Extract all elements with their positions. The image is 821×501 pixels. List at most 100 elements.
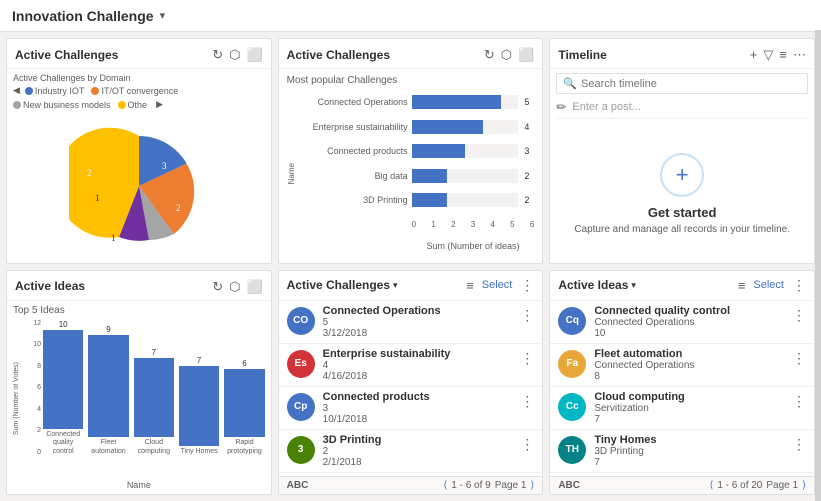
pie-refresh-icon[interactable]: ↻ [212, 48, 223, 61]
ideas-item-val-0: 10 [594, 328, 784, 339]
ideas-list-chevron[interactable]: ▾ [631, 280, 636, 291]
ideas-list-menu-icon[interactable]: ⋮ [792, 277, 806, 294]
bar-subtitle: Most popular Challenges [287, 75, 535, 86]
ideas-item-dots-1[interactable]: ⋮ [792, 350, 806, 367]
challenges-item-dots-3[interactable]: ⋮ [520, 436, 534, 453]
challenges-list-actions: ≡ Select ⋮ [466, 277, 534, 294]
legend-label-1: IT/OT convergence [101, 86, 178, 96]
ideas-item-title-3[interactable]: Tiny Homes [594, 434, 784, 446]
legend-item-1: IT/OT convergence [91, 86, 178, 96]
ideas-item-dots-2[interactable]: ⋮ [792, 393, 806, 410]
bar-card-actions: ↻ ⬡ ⬜ [484, 48, 534, 61]
timeline-search-box[interactable]: 🔍 [556, 73, 808, 94]
challenges-avatar-0: CO [287, 307, 315, 335]
timeline-search-input[interactable] [581, 78, 801, 90]
ideas-list-body: Cq Connected quality control Connected O… [550, 301, 814, 477]
bar-refresh-icon[interactable]: ↻ [484, 48, 495, 61]
hbar-val-1: 4 [524, 122, 534, 132]
hbar-fill-2 [412, 144, 465, 158]
legend-arrow-right[interactable]: ▶ [156, 99, 163, 110]
challenges-list-body: CO Connected Operations 5 3/12/2018 ⋮ Es… [279, 301, 543, 477]
pie-chart: 3 2 1 1 2 [13, 113, 265, 259]
card-header-bar: Active Challenges ↻ ⬡ ⬜ [279, 39, 543, 69]
vbar-col-3: 7 Tiny Homes [179, 320, 219, 457]
pencil-icon: ✏ [556, 100, 566, 114]
challenges-item-content-1: Enterprise sustainability 4 4/16/2018 [323, 348, 513, 382]
vbar-y-axis-label: Sum (Number of Votes) [13, 362, 25, 435]
legend-dot-1 [91, 87, 99, 95]
ideas-item-title-1[interactable]: Fleet automation [594, 348, 784, 360]
bar-export-icon[interactable]: ⬡ [501, 48, 512, 61]
ideas-next-page[interactable]: ⟩ [802, 480, 806, 491]
challenges-list-select-btn[interactable]: Select [482, 279, 513, 291]
challenges-list-title: Active Challenges [287, 278, 390, 292]
ideas-avatar-3: TH [558, 436, 586, 464]
hbar-val-4: 2 [524, 195, 534, 205]
ideas-item-sub-3: 3D Printing [594, 446, 784, 457]
challenges-list-chevron[interactable]: ▾ [393, 280, 398, 291]
ideas-item-dots-0[interactable]: ⋮ [792, 307, 806, 324]
hbar-row-2: Connected products 3 [298, 144, 535, 158]
x-axis-label: Sum (Number of ideas) [298, 241, 535, 251]
header-chevron-icon[interactable]: ▾ [160, 9, 166, 22]
vbar-col-1: 9 Fleet automation [88, 320, 128, 457]
challenges-item-title-0[interactable]: Connected Operations [323, 305, 513, 317]
hbar-row-3: Big data 2 [298, 169, 535, 183]
pie-expand-icon[interactable]: ⬜ [246, 48, 262, 61]
ideas-prev-page[interactable]: ⟨ [709, 480, 713, 491]
vbar-export-icon[interactable]: ⬡ [229, 280, 240, 293]
ideas-avatar-1: Fa [558, 350, 586, 378]
challenges-item-dots-1[interactable]: ⋮ [520, 350, 534, 367]
ideas-item-dots-3[interactable]: ⋮ [792, 436, 806, 453]
x-tick-4: 4 [490, 220, 494, 229]
timeline-post-area: ✏ Enter a post... [556, 100, 808, 119]
challenges-item-dots-2[interactable]: ⋮ [520, 393, 534, 410]
ideas-list-footer: ABC ⟨ 1 - 6 of 20 Page 1 ⟩ [550, 476, 814, 494]
challenges-list-menu-icon[interactable]: ⋮ [520, 277, 534, 294]
ideas-list-select-btn[interactable]: Select [753, 279, 784, 291]
challenges-list-sort-icon[interactable]: ≡ [466, 278, 474, 293]
challenges-next-page[interactable]: ⟩ [530, 480, 534, 491]
ytick-4: 8 [27, 363, 41, 370]
timeline-add-icon[interactable]: + [750, 47, 758, 62]
challenges-avatar-2: Cp [287, 393, 315, 421]
challenges-item-content-2: Connected products 3 10/1/2018 [323, 391, 513, 425]
legend-arrow-left[interactable]: ◀ [13, 85, 20, 96]
vbar-card-body: Top 5 Ideas Sum (Number of Votes) 0 2 4 … [7, 301, 271, 495]
vbar-y-label-container: Sum (Number of Votes) [13, 320, 25, 479]
ideas-footer-range: 1 - 6 of 20 [717, 480, 762, 491]
vbar-subtitle: Top 5 Ideas [13, 305, 265, 316]
vbar-refresh-icon[interactable]: ↻ [212, 280, 223, 293]
timeline-filter-icon[interactable]: ▽ [763, 47, 773, 63]
vbar-col-2: 7 Cloud computing [134, 320, 174, 457]
timeline-post-placeholder: Enter a post... [572, 101, 640, 113]
timeline-more-icon[interactable]: ⋯ [793, 47, 806, 63]
ideas-item-val-2: 7 [594, 414, 784, 425]
vbar-expand-icon[interactable]: ⬜ [246, 280, 262, 293]
ideas-item-title-2[interactable]: Cloud computing [594, 391, 784, 403]
timeline-sort-icon[interactable]: ≡ [779, 47, 787, 62]
hbar-track-0 [412, 95, 519, 109]
challenges-item-content-3: 3D Printing 2 2/1/2018 [323, 434, 513, 468]
challenges-prev-page[interactable]: ⟨ [443, 480, 447, 491]
ideas-item-sub-2: Servitization [594, 403, 784, 414]
ytick-0: 0 [27, 449, 41, 456]
hbar-track-4 [412, 193, 519, 207]
ideas-item-title-0[interactable]: Connected quality control [594, 305, 784, 317]
bar-expand-icon[interactable]: ⬜ [518, 48, 534, 61]
challenges-item-title-1[interactable]: Enterprise sustainability [323, 348, 513, 360]
svg-text:1: 1 [95, 193, 100, 203]
pie-export-icon[interactable]: ⬡ [229, 48, 240, 61]
challenges-item-dots-0[interactable]: ⋮ [520, 307, 534, 324]
challenges-item-title-2[interactable]: Connected products [323, 391, 513, 403]
challenges-list-item-0: CO Connected Operations 5 3/12/2018 ⋮ [279, 301, 543, 344]
challenges-item-title-3[interactable]: 3D Printing [323, 434, 513, 446]
x-tick-2: 2 [451, 220, 455, 229]
ideas-list-sort-icon[interactable]: ≡ [738, 278, 746, 293]
ytick-1: 2 [27, 427, 41, 434]
ideas-footer-abc: ABC [558, 480, 580, 491]
y-axis-label: Name [287, 163, 296, 184]
challenges-list-title-row: Active Challenges ▾ [287, 278, 398, 292]
card-active-ideas-bar: Active Ideas ↻ ⬡ ⬜ Top 5 Ideas Sum (Numb… [6, 270, 272, 496]
ideas-list-title-row: Active Ideas ▾ [558, 278, 636, 292]
